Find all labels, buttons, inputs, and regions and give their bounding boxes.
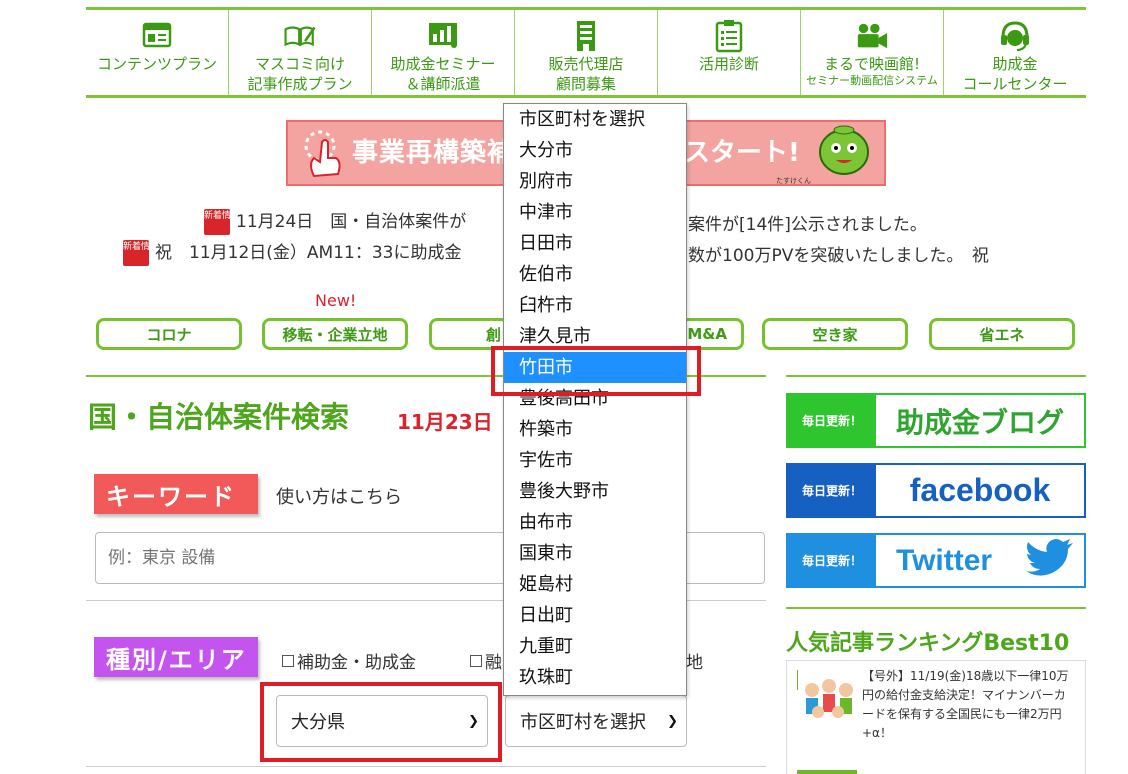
news-item[interactable]: 新着情報祝 11月12日(金）AM11：33に助成金 [123,238,461,266]
nav-item-video[interactable]: まるで映画館! セミナー動画配信システム [801,10,944,95]
checkbox-subsidy[interactable]: 補助金・助成金 [282,648,416,673]
nav-label-line1: 販売代理店 [548,55,624,73]
headset-icon [998,18,1032,54]
checkbox-label: 融 [485,653,502,673]
page-date: 11月23日 [397,410,493,434]
checkbox-financing[interactable]: 融 [470,648,502,673]
nav-label-line2: コールセンター [962,75,1068,93]
pointing-hand-icon [300,128,346,184]
news-badge: 新着情報 [123,240,159,266]
book-pen-icon [283,18,317,54]
news-text: 11月24日 国・自治体案件が [236,212,467,232]
dropdown-option[interactable]: 豊後大野市 [504,476,686,507]
building-icon [569,18,603,54]
ranking-item-text[interactable]: 【号外】11/19(金)18歳以下一律10万円の給付金支給決定！マイナンバーカー… [862,667,1077,743]
dropdown-option[interactable]: 宇佐市 [504,445,686,476]
city-select[interactable]: 市区町村を選択 ❯ [505,695,687,747]
dropdown-option[interactable]: 別府市 [504,166,686,197]
nav-label-line1: 助成金セミナー [390,55,496,73]
nav-label-line1: マスコミ向け [254,55,345,73]
dropdown-option[interactable]: 杵築市 [504,414,686,445]
nav-label-line1: 助成金 [992,55,1038,73]
banner-text-end: スタート! [684,138,800,168]
daily-badge: 毎日更新！ [788,465,876,516]
new-label: New! [315,291,357,310]
city-value: 市区町村を選択 [520,712,646,733]
news-text: 祝 11月12日(金）AM11：33に助成金 [155,243,462,263]
tag-energy-saving[interactable]: 省エネ [929,318,1075,350]
dropdown-option[interactable]: 九重町 [504,631,686,662]
sidebar-divider [786,375,1086,377]
checkbox-label: 補助金・助成金 [297,653,416,673]
dropdown-option[interactable]: 佐伯市 [504,259,686,290]
next-rank-badge [797,770,857,774]
tag-vacant-house[interactable]: 空き家 [762,318,908,350]
ranking-title: 人気記事ランキングBest10 [786,631,1070,656]
news-badge: 新着情報 [204,209,240,235]
mascot-icon [810,124,880,188]
page-title: 国・自治体案件検索 [88,400,350,434]
nav-label-line2: 記事作成プラン [247,75,353,93]
blog-label: 助成金ブログ [895,405,1064,439]
ranking-thumbnail-image [798,668,860,732]
dropdown-option[interactable]: 中津市 [504,197,686,228]
dropdown-option[interactable]: 国東市 [504,538,686,569]
nav-label-line1: まるで映画館! [823,55,920,73]
top-nav: コンテンツプラン マスコミ向け 記事作成プラン 助成金セミナー ＆講師派遣 販売代理… [86,10,1086,98]
twitter-banner[interactable]: 毎日更新！ Twitter [786,533,1086,588]
news-item-tail: 案件が[14件]公示されました。 [688,210,927,235]
nav-item-agency[interactable]: 販売代理店 顧問募集 [515,10,658,95]
news-text-tail: 案件が[14件]公示されました。 [688,215,927,235]
monitor-icon [140,18,174,54]
banner-text: 事業再構築補 [352,138,515,168]
video-camera-icon [855,18,889,54]
highlight-box [260,682,502,762]
nav-label: 活用診断 [698,55,759,73]
nav-label-line2: 顧問募集 [555,75,616,93]
facebook-banner[interactable]: 毎日更新！ facebook [786,463,1086,518]
facebook-label: facebook [909,472,1051,508]
daily-badge: 毎日更新！ [788,395,876,446]
dropdown-option[interactable]: 市区町村を選択 [504,104,686,135]
nav-item-call-center[interactable]: 助成金コールセンター [944,10,1086,95]
divider [86,766,766,767]
nav-item-content-plan[interactable]: コンテンツプラン [86,10,229,95]
highlight-box [491,346,701,396]
dropdown-option[interactable]: 日田市 [504,228,686,259]
nav-label: コンテンツプラン [96,55,217,73]
keyword-label: キーワード [94,474,258,514]
news-item-tail: 数が100万PVを突破いたしました。 祝 [688,241,989,266]
blog-banner[interactable]: 毎日更新！ 助成金ブログ [786,393,1086,448]
dropdown-option[interactable]: 日出町 [504,600,686,631]
twitter-bird-icon [1022,537,1074,587]
clipboard-icon [712,18,746,54]
checkbox-label: 地 [686,653,703,673]
nav-item-seminar[interactable]: 助成金セミナー ＆講師派遣 [372,10,515,95]
dropdown-option[interactable]: 由布市 [504,507,686,538]
mascot-caption: たすけくん [776,177,811,185]
news-item[interactable]: 新着情報11月24日 国・自治体案件が [204,207,466,235]
checkbox-box[interactable] [282,654,294,667]
nav-item-press-plan[interactable]: マスコミ向け 記事作成プラン [229,10,372,95]
dropdown-option[interactable]: 玖珠町 [504,662,686,693]
sidebar-divider [786,607,1086,609]
nav-label-line2: ＆講師派遣 [405,75,481,93]
dropdown-option[interactable]: 姫島村 [504,569,686,600]
howto-link[interactable]: 使い方はこちら [276,483,402,509]
dropdown-option[interactable]: 大分市 [504,135,686,166]
chevron-down-icon: ❯ [667,714,678,729]
top-strip [86,0,1086,10]
city-dropdown-list[interactable]: 市区町村を選択 大分市 別府市 中津市 日田市 佐伯市 臼杵市 津久見市 竹田市… [503,103,687,696]
tag-corona[interactable]: コロナ [96,318,242,350]
presentation-icon [426,18,460,54]
daily-badge: 毎日更新！ [788,535,876,586]
nav-item-diagnosis[interactable]: 活用診断 [658,10,801,95]
checkbox-box[interactable] [470,654,482,667]
tag-relocation[interactable]: 移転・企業立地 [262,318,408,350]
checkbox-location-tail: 地 [686,648,703,673]
dropdown-option[interactable]: 臼杵市 [504,290,686,321]
nav-label-line2: セミナー動画配信システム [806,74,938,87]
news-text-tail: 数が100万PVを突破いたしました。 祝 [688,246,989,266]
area-label: 種別/エリア [94,637,258,677]
